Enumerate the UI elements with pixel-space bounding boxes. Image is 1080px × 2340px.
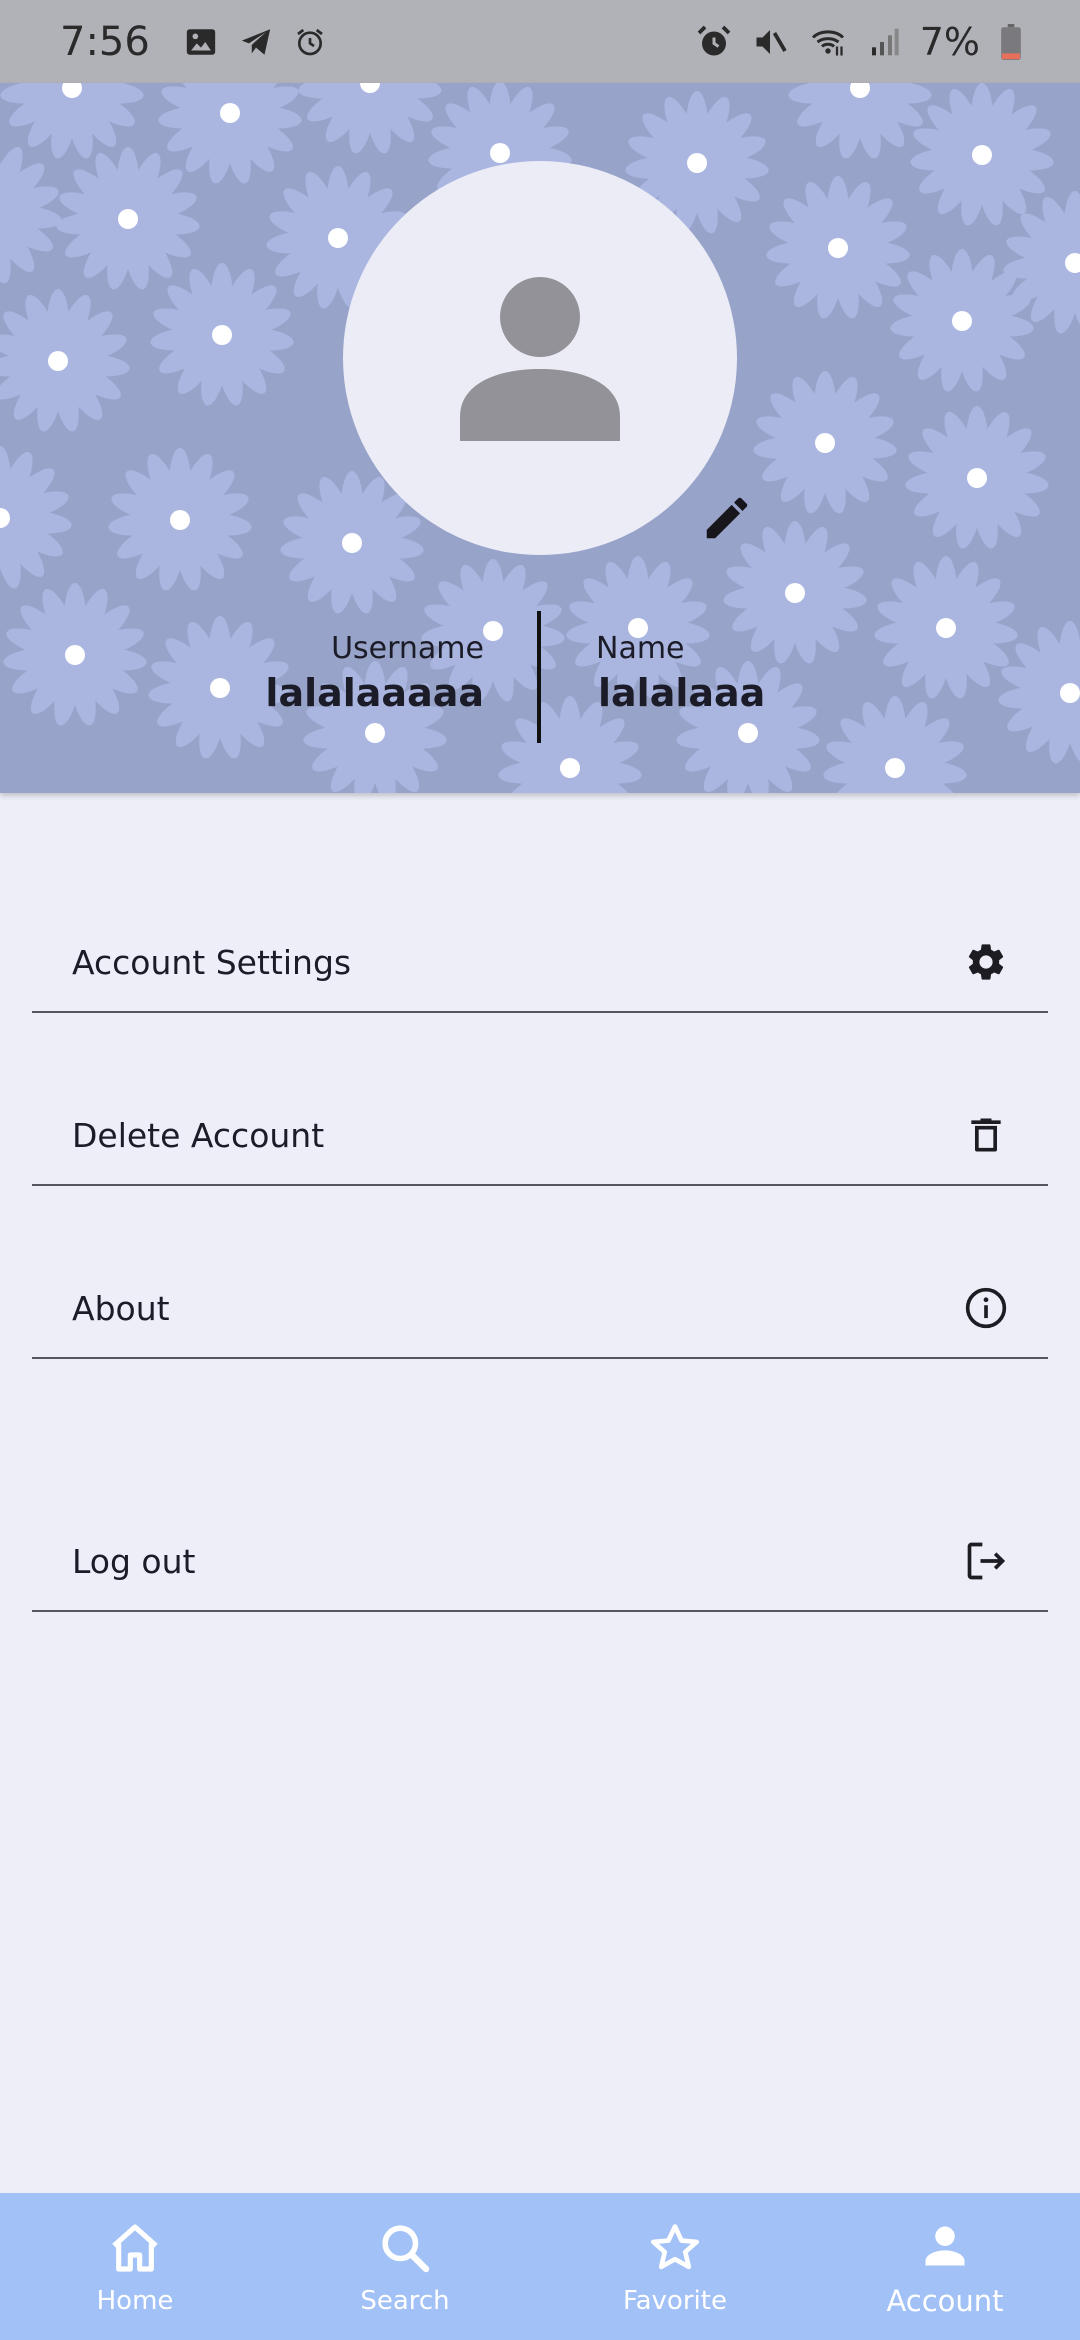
mute-icon xyxy=(752,24,788,60)
profile-header: Username lalalaaaaa Name lalalaaa xyxy=(0,83,1080,793)
menu-item-delete-account[interactable]: Delete Account xyxy=(32,1086,1048,1186)
menu-item-account-settings[interactable]: Account Settings xyxy=(32,913,1048,1013)
menu-label: Log out xyxy=(72,1541,196,1581)
menu-label: Account Settings xyxy=(72,942,352,982)
gear-icon xyxy=(964,940,1008,984)
nav-search[interactable]: Search xyxy=(270,2193,540,2340)
telegram-icon xyxy=(238,25,274,59)
signal-icon xyxy=(868,25,900,59)
menu-item-log-out[interactable]: Log out xyxy=(32,1512,1048,1612)
user-placeholder-icon xyxy=(460,277,620,441)
name-value: lalalaaa xyxy=(598,671,766,715)
logout-icon xyxy=(964,1539,1008,1583)
person-icon xyxy=(919,2216,971,2276)
nav-label: Favorite xyxy=(623,2285,727,2316)
home-icon xyxy=(107,2218,163,2278)
trash-icon xyxy=(964,1113,1008,1157)
status-bar: 7:56 7% xyxy=(0,0,1080,83)
avatar[interactable] xyxy=(343,161,737,555)
nav-label: Search xyxy=(360,2285,450,2316)
search-icon xyxy=(377,2218,433,2278)
status-left: 7:56 xyxy=(60,19,326,65)
profile-divider xyxy=(537,611,541,743)
alarm-icon xyxy=(696,24,732,60)
nav-label: Home xyxy=(96,2285,174,2316)
nav-home[interactable]: Home xyxy=(0,2193,270,2340)
info-icon xyxy=(964,1286,1008,1330)
menu-item-about[interactable]: About xyxy=(32,1259,1048,1359)
star-icon xyxy=(647,2218,703,2278)
nav-favorite[interactable]: Favorite xyxy=(540,2193,810,2340)
nav-account[interactable]: Account xyxy=(810,2193,1080,2340)
status-right: 7% xyxy=(696,20,1022,64)
pencil-icon[interactable] xyxy=(700,491,754,549)
battery-percent: 7% xyxy=(919,19,980,64)
status-time: 7:56 xyxy=(60,18,150,65)
menu-label: About xyxy=(72,1288,170,1328)
bottom-navigation: Home Search Favorite Account xyxy=(0,2193,1080,2340)
alarm-clock-icon xyxy=(294,26,326,58)
username-value: lalalaaaaa xyxy=(265,671,484,715)
gallery-icon xyxy=(184,25,218,59)
username-label: Username xyxy=(331,631,484,666)
wifi-icon xyxy=(808,24,848,60)
menu-label: Delete Account xyxy=(72,1115,325,1155)
battery-icon xyxy=(1000,23,1022,60)
nav-label: Account xyxy=(886,2283,1004,2318)
name-label: Name xyxy=(596,631,685,666)
profile-info: Username lalalaaaaa Name lalalaaa xyxy=(0,603,1080,743)
